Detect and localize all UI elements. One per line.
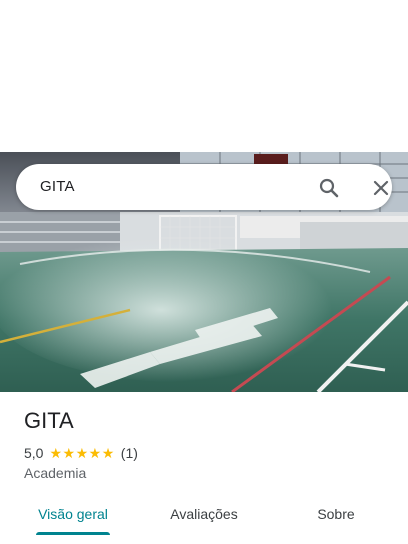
tab-bar: Visão geral Avaliações Sobre bbox=[0, 492, 408, 538]
search-icon[interactable] bbox=[317, 176, 341, 200]
star-icon: ★ bbox=[88, 445, 102, 461]
active-tab-indicator bbox=[36, 532, 110, 535]
star-icon: ★ bbox=[101, 445, 115, 461]
star-icon: ★ bbox=[62, 445, 76, 461]
place-title: GITA bbox=[24, 408, 74, 433]
place-category: Academia bbox=[24, 465, 87, 481]
tab-reviews[interactable]: Avaliações bbox=[155, 492, 253, 536]
star-rating: ★ ★ ★ ★ ★ bbox=[49, 446, 114, 460]
star-icon: ★ bbox=[49, 445, 63, 461]
search-input[interactable]: GITA bbox=[40, 178, 75, 195]
review-count[interactable]: (1) bbox=[121, 445, 138, 461]
rating-row[interactable]: 5,0 ★ ★ ★ ★ ★ (1) bbox=[24, 444, 138, 462]
star-icon: ★ bbox=[75, 445, 89, 461]
rating-value: 5,0 bbox=[24, 445, 44, 461]
close-icon[interactable] bbox=[369, 176, 393, 200]
tab-overview[interactable]: Visão geral bbox=[24, 492, 122, 536]
tab-about[interactable]: Sobre bbox=[287, 492, 385, 536]
search-bar[interactable]: GITA bbox=[16, 164, 392, 210]
